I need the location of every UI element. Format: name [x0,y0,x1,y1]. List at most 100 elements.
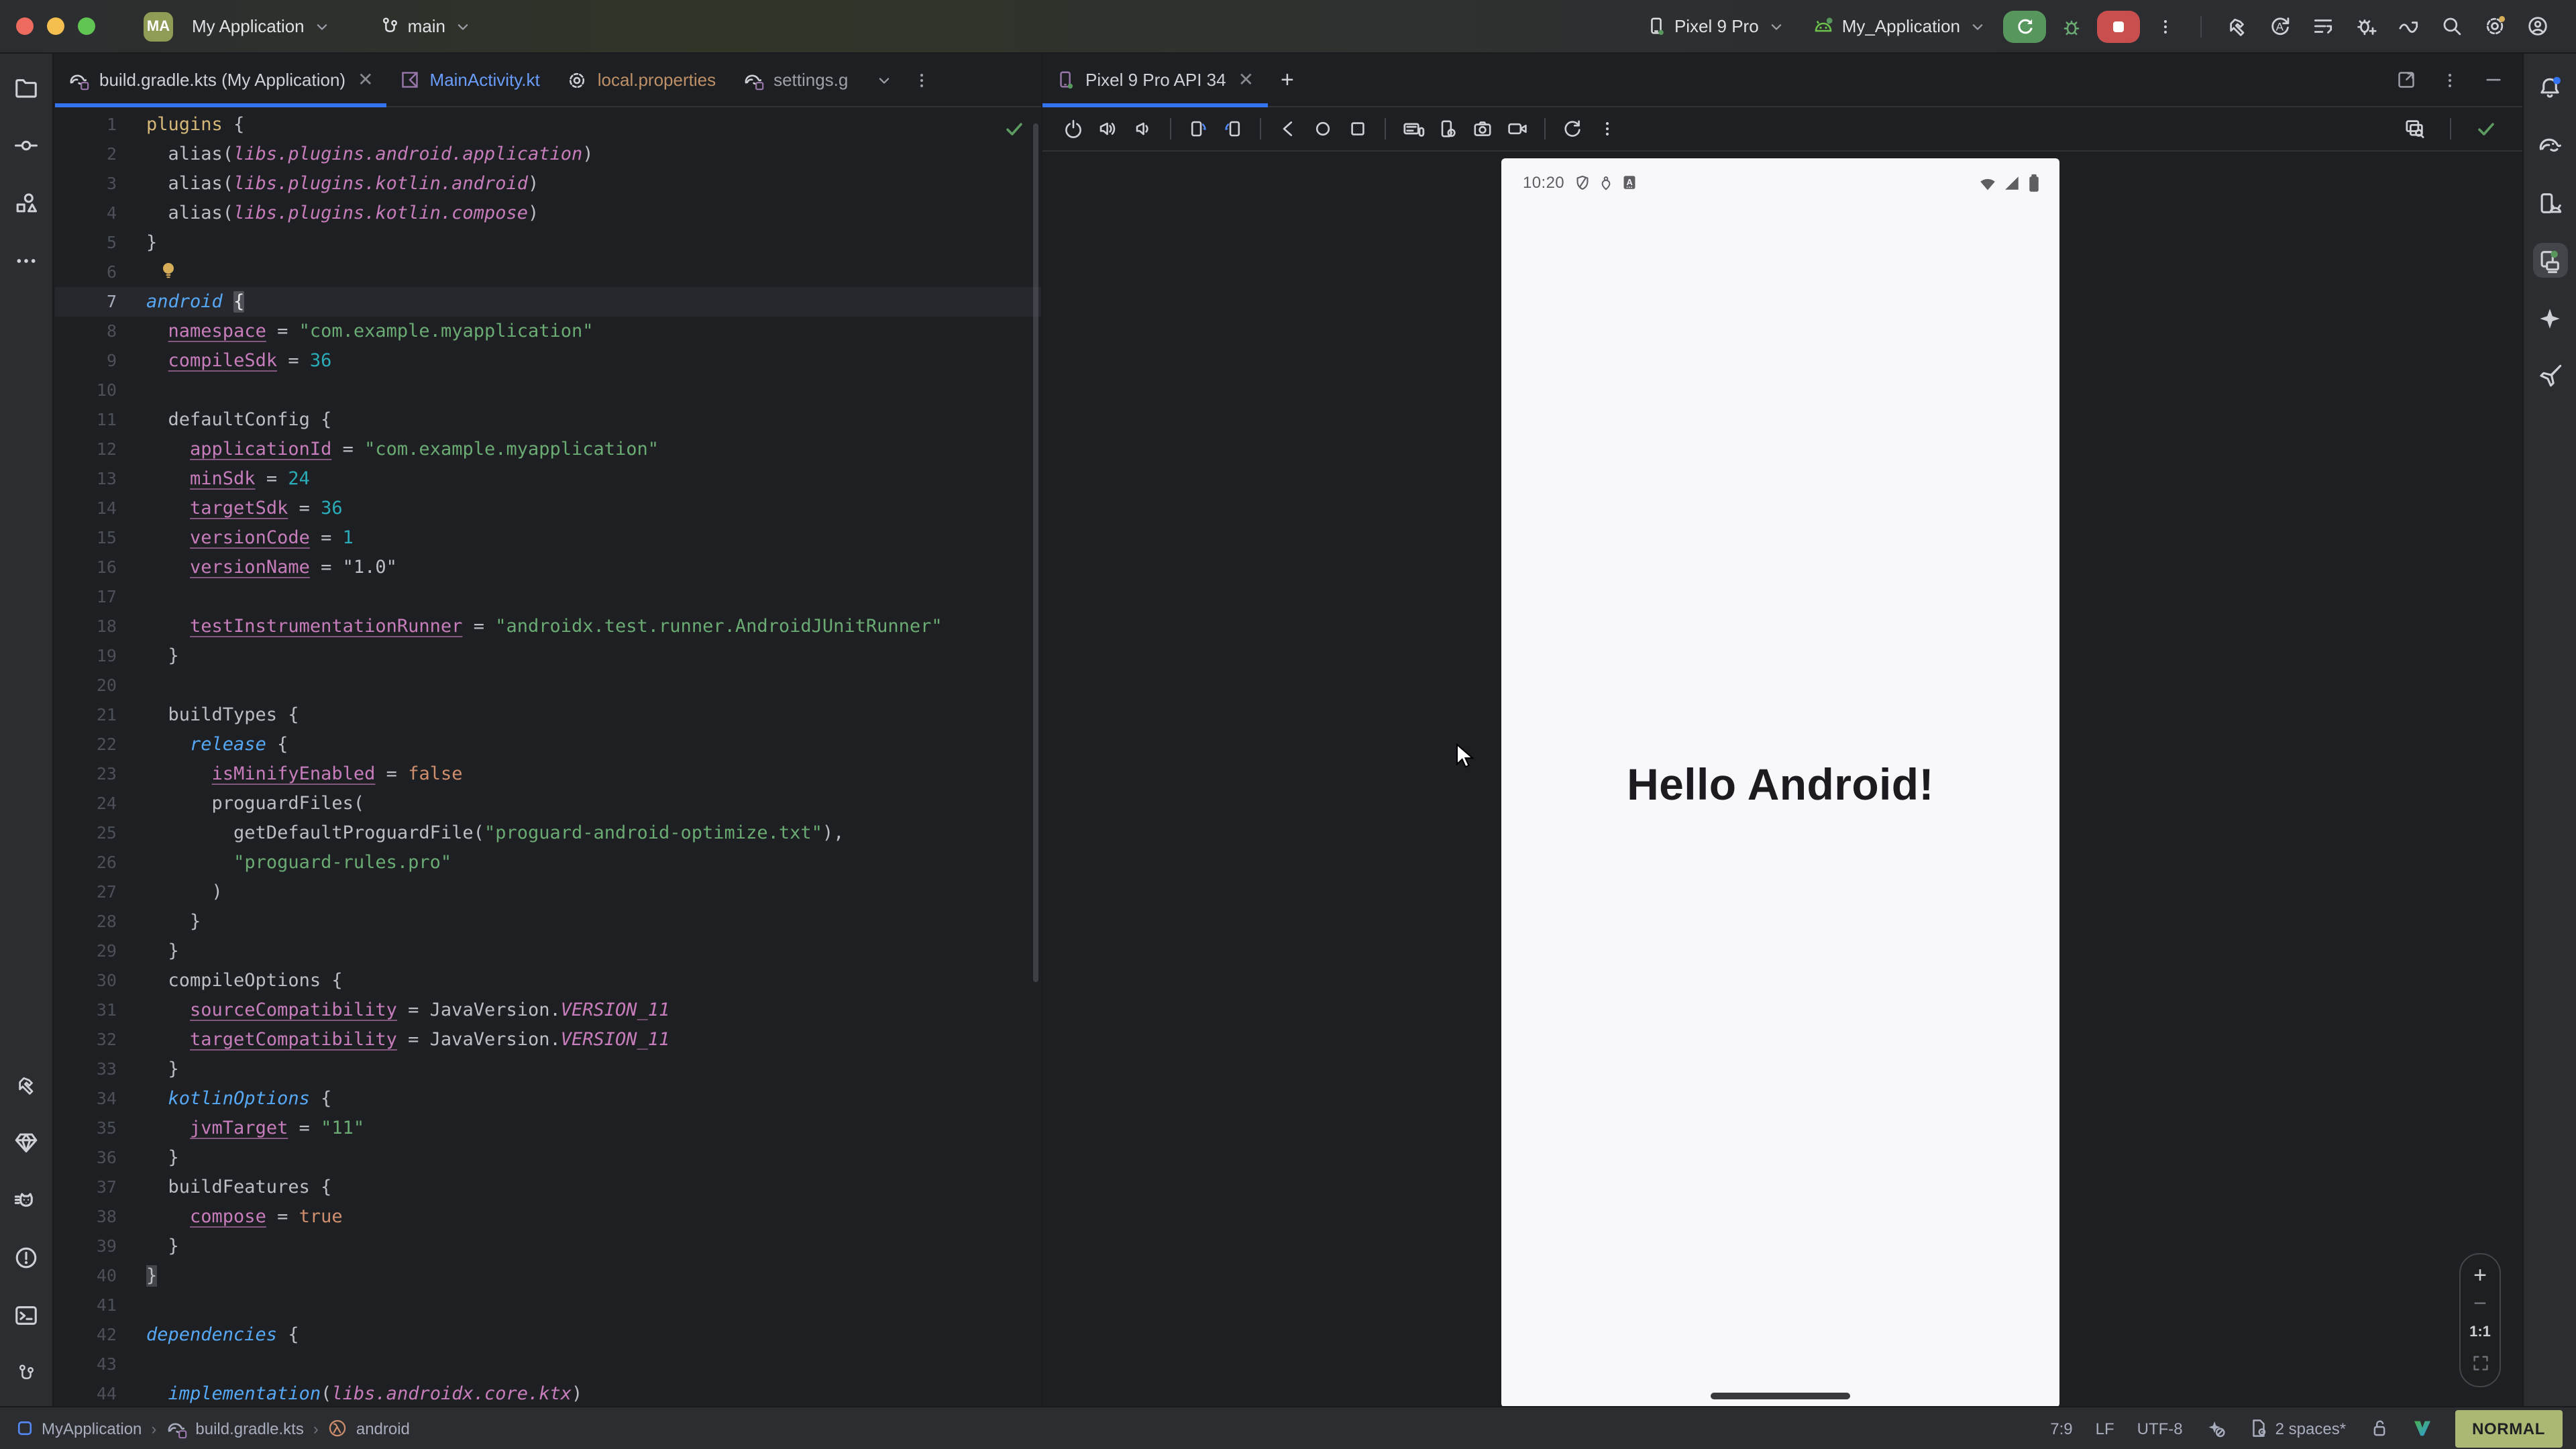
debug-button[interactable] [2051,7,2092,45]
code-line[interactable]: 27 ) [55,877,1041,907]
code-line[interactable]: 34 kotlinOptions { [55,1084,1041,1114]
macos-window-controls[interactable] [0,17,114,35]
rerun-button[interactable] [2003,10,2046,42]
code-line[interactable]: 41 [55,1291,1041,1320]
vim-icon[interactable] [2412,1418,2432,1438]
code-line[interactable]: 36 } [55,1143,1041,1173]
code-line[interactable]: 29 } [55,936,1041,966]
editor-tab[interactable]: MainActivity.kt [387,54,553,106]
folder-icon[interactable] [9,70,44,105]
code-line[interactable]: 11 defaultConfig { [55,405,1041,435]
code-line[interactable]: 13 minSdk = 24 [55,464,1041,494]
gradle-elephant-icon[interactable] [2532,127,2567,162]
open-in-new-window-icon[interactable] [2396,70,2416,90]
code-line[interactable]: 22 release { [55,730,1041,759]
zoom-in-button[interactable]: + [2473,1268,2487,1284]
code-line[interactable]: 2 alias(libs.plugins.android.application… [55,140,1041,169]
keyboard-input-icon[interactable] [1395,113,1430,145]
screen-record-icon[interactable] [1500,113,1535,145]
problems-icon[interactable] [9,1240,44,1275]
camera-icon[interactable] [1465,113,1500,145]
add-device-tab-button[interactable]: + [1281,66,1294,93]
hammer-icon[interactable] [9,1067,44,1102]
sync-a-icon[interactable]: A [2259,7,2300,45]
reset-icon[interactable] [1555,113,1590,145]
caret-position[interactable]: 7:9 [2050,1419,2072,1438]
code-line[interactable]: 3 alias(libs.plugins.kotlin.android) [55,169,1041,199]
git-branch-icon[interactable] [9,1355,44,1390]
code-line[interactable]: 43 [55,1350,1041,1379]
code-line[interactable]: 18 testInstrumentationRunner = "androidx… [55,612,1041,641]
device-manager-icon[interactable] [2532,185,2567,220]
structure-icon[interactable] [9,185,44,220]
search-icon[interactable] [2431,7,2471,45]
code-line[interactable]: 6 [55,258,1041,287]
ai-assist-disabled-icon[interactable] [2206,1418,2226,1438]
overview-icon[interactable] [1340,113,1375,145]
kebab-icon[interactable] [1590,113,1625,145]
editor-tab[interactable]: settings.g [729,54,861,106]
code-line[interactable]: 39 } [55,1232,1041,1261]
inspection-ok-icon[interactable] [1004,118,1025,140]
close-icon[interactable]: ✕ [1236,68,1254,91]
code-line[interactable]: 23 isMinifyEnabled = false [55,759,1041,789]
code-line[interactable]: 40} [55,1261,1041,1291]
project-selector[interactable]: My Application [181,11,342,42]
power-icon[interactable] [1056,113,1091,145]
hammer-icon[interactable] [2216,7,2257,45]
avatar-icon[interactable] [2517,7,2557,45]
code-line[interactable]: 8 namespace = "com.example.myapplication… [55,317,1041,346]
close-icon[interactable]: ✕ [355,68,373,91]
code-line[interactable]: 12 applicationId = "com.example.myapplic… [55,435,1041,464]
code-line[interactable]: 24 proguardFiles( [55,789,1041,818]
editor-tab[interactable]: build.gradle.kts (My Application)✕ [55,54,387,106]
zoom-actual-size-button[interactable]: 1:1 [2469,1324,2491,1340]
code-line[interactable]: 44 implementation(libs.androidx.core.ktx… [55,1379,1041,1405]
soft-wrap-lines-icon[interactable] [2302,7,2343,45]
run-configuration-selector[interactable]: My_Application [1802,10,1998,42]
code-line[interactable]: 7android { [55,287,1041,317]
code-line[interactable]: 28 } [55,907,1041,936]
breadcrumb-item[interactable]: build.gradle.kts [166,1417,303,1439]
code-line[interactable]: 31 sourceCompatibility = JavaVersion.VER… [55,996,1041,1025]
code-line[interactable]: 10 [55,376,1041,405]
tab-options-kebab-icon[interactable] [912,70,931,89]
code-line[interactable]: 37 buildFeatures { [55,1173,1041,1202]
hide-panel-icon[interactable] [2483,70,2504,90]
code-line[interactable]: 15 versionCode = 1 [55,523,1041,553]
device-settings-icon[interactable] [1430,113,1465,145]
more-horizontal-icon[interactable] [9,243,44,278]
code-line[interactable]: 19 } [55,641,1041,671]
spark-icon[interactable] [2532,301,2567,335]
zoom-fit-button[interactable] [2471,1354,2489,1373]
code-line[interactable]: 5} [55,228,1041,258]
code-line[interactable]: 14 targetSdk = 36 [55,494,1041,523]
minimize-window-button[interactable] [47,17,64,35]
editor-scrollbar[interactable] [1033,123,1038,982]
profiler-waves-icon[interactable] [2388,7,2428,45]
close-window-button[interactable] [16,17,34,35]
code-line[interactable]: 42dependencies { [55,1320,1041,1350]
code-line[interactable]: 17 [55,582,1041,612]
code-line[interactable]: 20 [55,671,1041,700]
code-line[interactable]: 30 compileOptions { [55,966,1041,996]
device-screen[interactable]: 10:20 A Hello Android! [1501,158,2059,1407]
more-actions-kebab-icon[interactable] [2145,7,2186,45]
line-ending[interactable]: LF [2096,1419,2114,1438]
code-line[interactable]: 21 buildTypes { [55,700,1041,730]
breadcrumb-item[interactable]: android [328,1418,410,1438]
bug-plus-icon[interactable] [2345,7,2385,45]
code-line[interactable]: 33 } [55,1055,1041,1084]
code-line[interactable]: 4 alias(libs.plugins.kotlin.compose) [55,199,1041,228]
code-line[interactable]: 26 "proguard-rules.pro" [55,848,1041,877]
rotate-left-icon[interactable] [1181,113,1216,145]
home-icon[interactable] [1305,113,1340,145]
volume-down-icon[interactable] [1126,113,1161,145]
panel-options-kebab-icon[interactable] [2440,70,2459,89]
editor-tab[interactable]: local.properties [553,54,729,106]
running-devices-icon[interactable] [2532,243,2567,278]
terminal-icon[interactable] [9,1297,44,1332]
indent-setting[interactable]: 2 spaces* [2249,1418,2346,1438]
gem-icon[interactable] [9,1124,44,1159]
stop-button[interactable] [2097,10,2140,42]
